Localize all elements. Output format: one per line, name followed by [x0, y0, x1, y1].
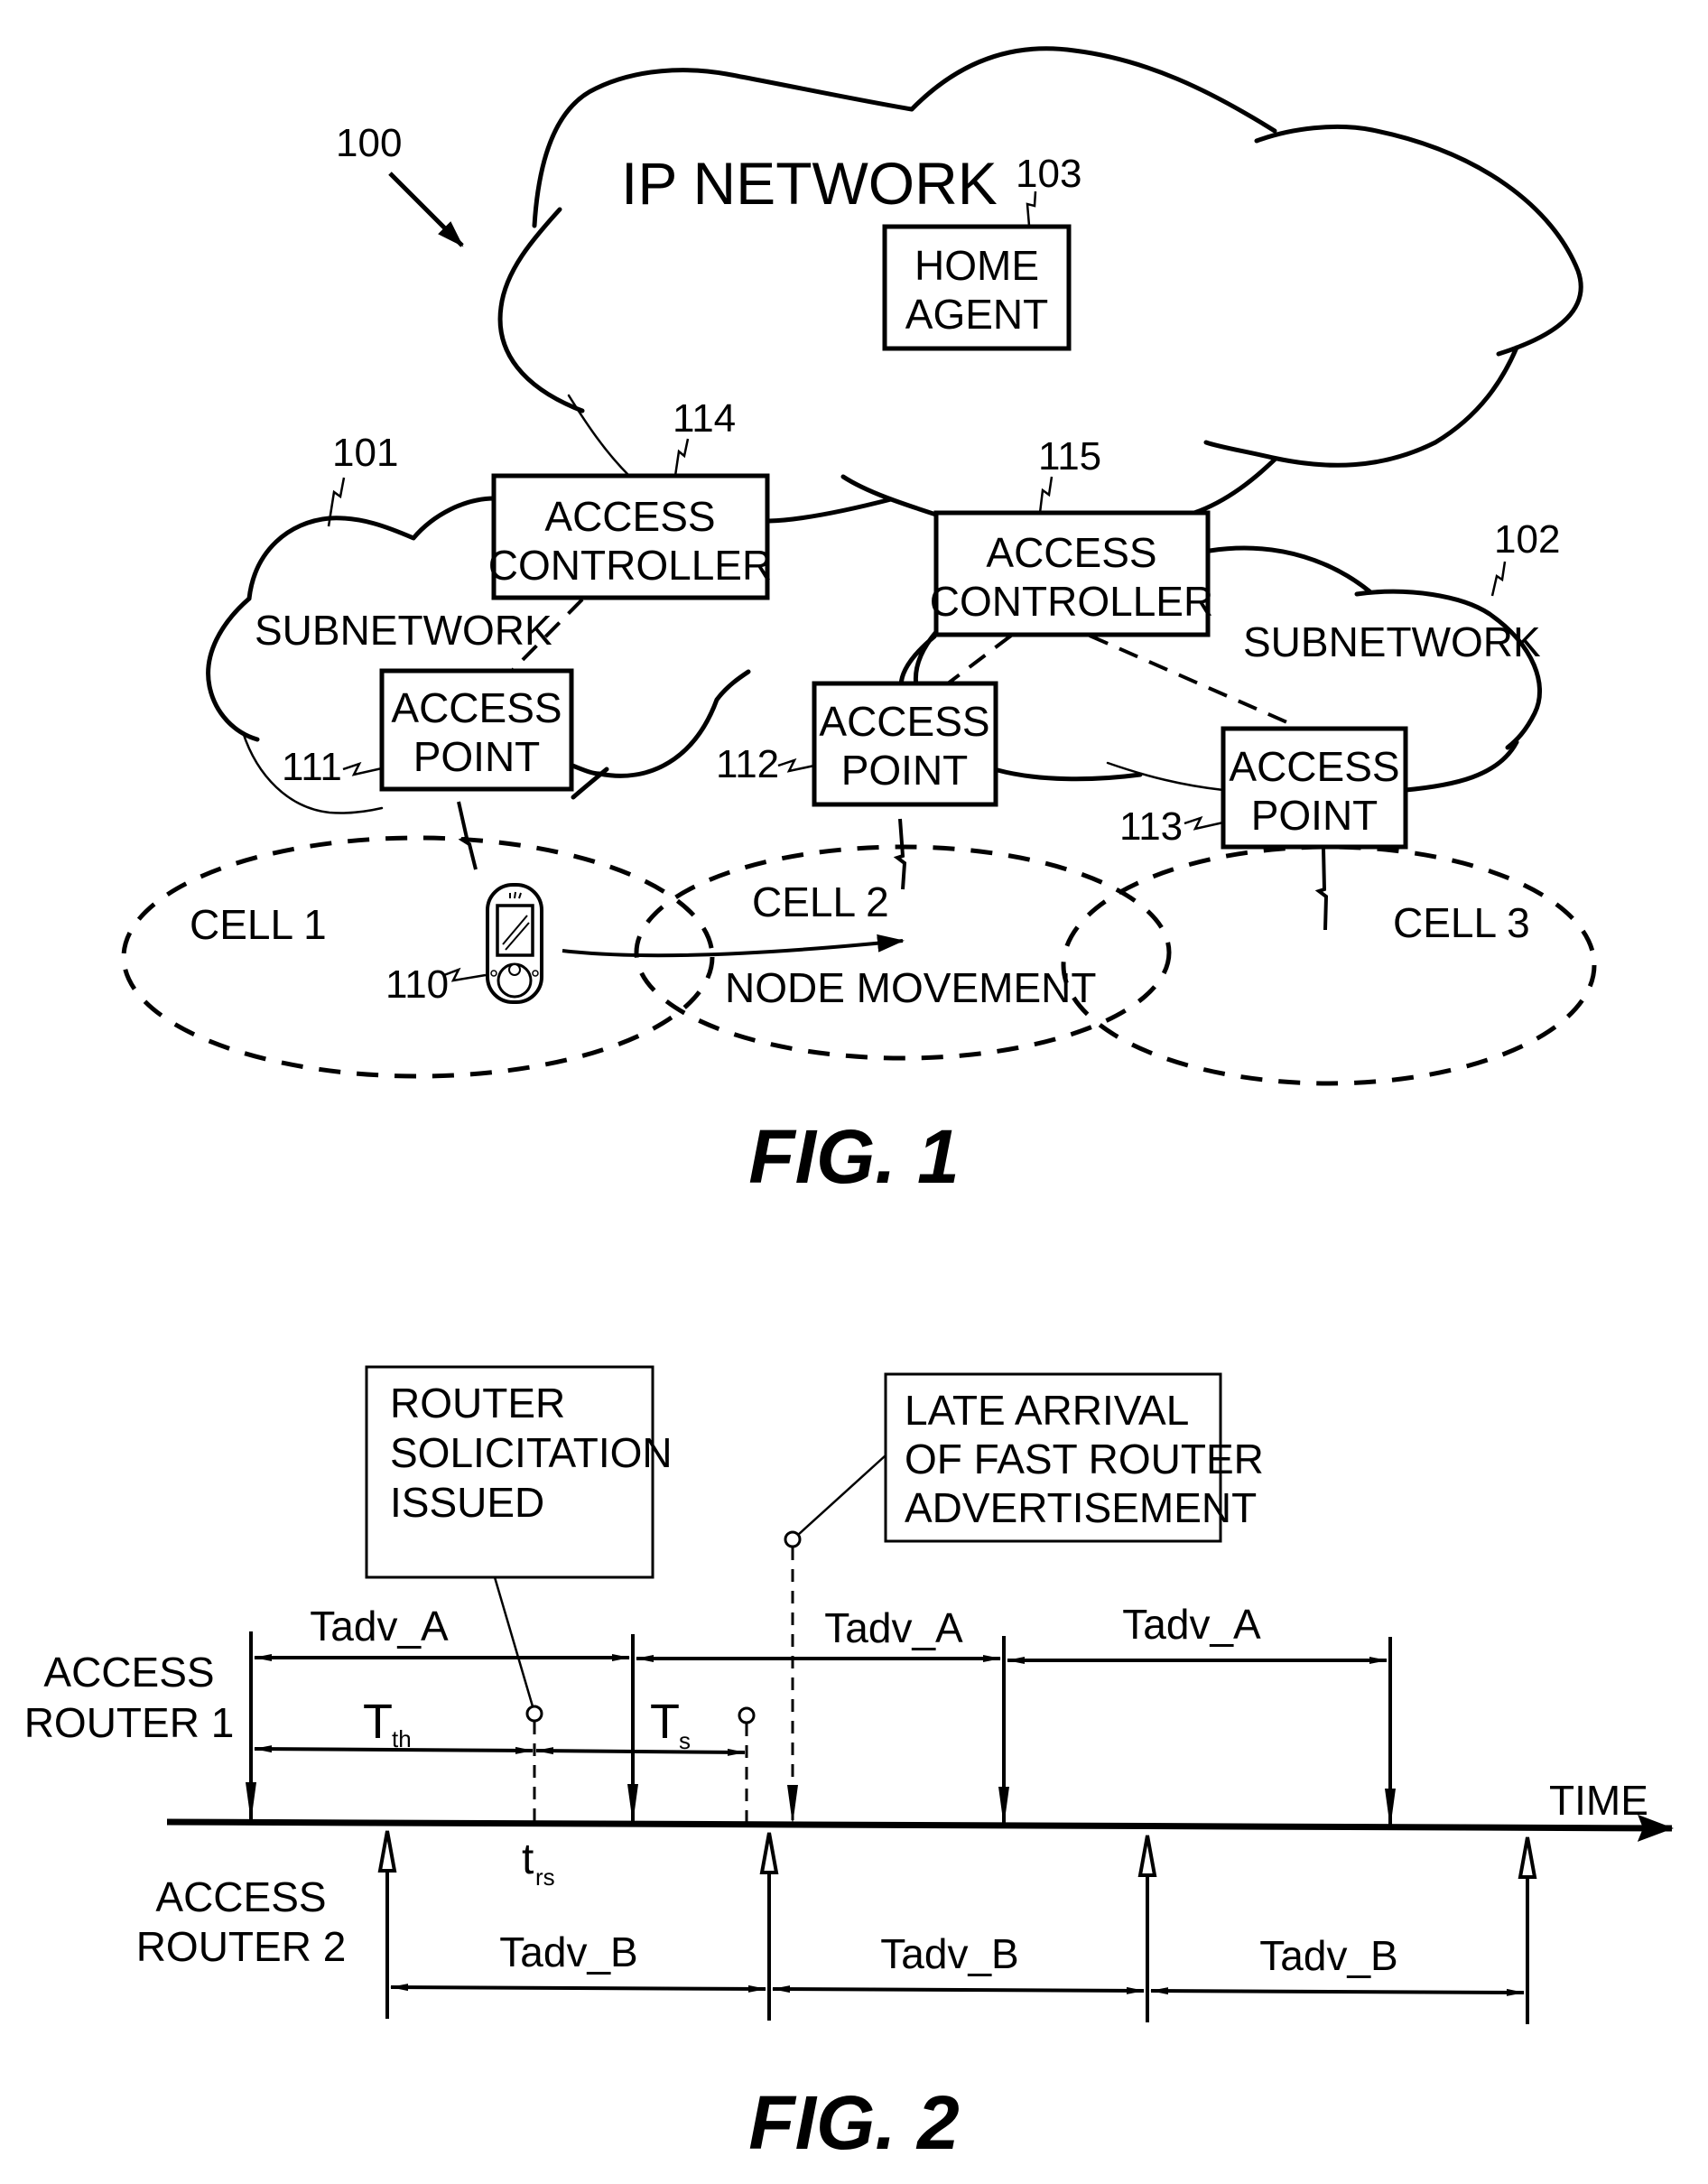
- callout-late-line1: LATE ARRIVAL: [905, 1387, 1189, 1434]
- router-1-interval-label: Tadv_A: [310, 1603, 449, 1650]
- router-2-interval-arrow: [390, 1984, 766, 1993]
- access-point-3-line1: ACCESS: [1229, 743, 1399, 790]
- figure-1: 100 IP NETWORK 103 HOME AGENT 101 SUBNET…: [121, 46, 1597, 1199]
- router-2-adv-arrow: [1518, 1836, 1537, 2024]
- wireless-link-ap111: [457, 801, 478, 870]
- router-2-label-line2: ROUTER 2: [136, 1923, 347, 1970]
- access-controller-2-ref: 115: [1038, 434, 1101, 479]
- solicitation-interval-label: T: [650, 1695, 680, 1749]
- home-agent-box: HOME AGENT: [882, 224, 1072, 351]
- router-2-interval-arrow: [772, 1985, 1145, 1994]
- node-movement-label: NODE MOVEMENT: [725, 964, 1096, 1011]
- router-2-interval-label: Tadv_B: [499, 1928, 637, 1975]
- callout-late-line3: ADVERTISEMENT: [905, 1484, 1257, 1531]
- access-point-1-line1: ACCESS: [391, 684, 562, 731]
- subnetwork-2-leader: [1490, 561, 1507, 597]
- ip-network-label: IP NETWORK: [621, 150, 998, 217]
- figure-2-caption: FIG. 2: [748, 2080, 959, 2165]
- callout-late-line2: OF FAST ROUTER: [905, 1436, 1264, 1482]
- home-agent-ref: 103: [1016, 152, 1081, 196]
- access-point-1-ref: 111: [282, 745, 342, 789]
- patent-drawing: 100 IP NETWORK 103 HOME AGENT 101 SUBNET…: [24, 46, 1674, 2165]
- system-ref-label: 100: [336, 121, 402, 165]
- solicitation-event-marker: [525, 1705, 543, 1723]
- access-controller-2-line2: CONTROLLER: [930, 578, 1213, 625]
- solicitation-interval-arrow: [535, 1747, 746, 1756]
- link-ac115-ap112: [946, 634, 1013, 685]
- cell-2-label: CELL 2: [752, 878, 889, 925]
- cell-3-boundary: [1061, 844, 1597, 1086]
- access-controller-1-line2: CONTROLLER: [488, 542, 772, 589]
- home-agent-line1: HOME: [914, 242, 1039, 289]
- node-movement-arrow: [562, 934, 905, 958]
- solicitation-time-subscript: rs: [535, 1863, 555, 1891]
- callout-router-solicitation: ROUTER SOLICITATION ISSUED: [365, 1365, 673, 1579]
- access-point-1-box: ACCESS POINT: [379, 668, 574, 792]
- figure-2: ROUTER SOLICITATION ISSUED LATE ARRIVAL …: [24, 1365, 1674, 2165]
- cell-1-boundary: [121, 835, 715, 1079]
- router-2-interval-label: Tadv_B: [880, 1930, 1018, 1977]
- time-axis-label: TIME: [1549, 1777, 1648, 1824]
- system-ref-arrow: [388, 172, 464, 247]
- access-controller-1-leader: [673, 438, 690, 477]
- home-agent-leader: [1026, 191, 1037, 227]
- callout-late-pointer: [797, 1454, 886, 1536]
- access-controller-1-box: ACCESS CONTROLLER: [488, 473, 772, 600]
- access-point-3-box: ACCESS POINT: [1221, 726, 1408, 850]
- access-point-3-line2: POINT: [1251, 792, 1378, 839]
- router-2-adv-arrow: [759, 1832, 779, 2021]
- mobile-phone-icon: [486, 883, 543, 1004]
- access-point-3-leader: [1184, 815, 1224, 831]
- cell-3-label: CELL 3: [1393, 899, 1530, 946]
- callout-solicitation-line3: ISSUED: [390, 1479, 544, 1526]
- subnetwork-2-label: SUBNETWORK: [1243, 618, 1541, 665]
- router-1-interval-label: Tadv_A: [824, 1604, 963, 1651]
- solicitation-interval-subscript: s: [679, 1727, 691, 1754]
- access-controller-2-leader: [1038, 476, 1054, 514]
- access-point-2-line1: ACCESS: [819, 698, 989, 745]
- callout-solicitation-line2: SOLICITATION: [390, 1429, 673, 1476]
- access-point-2-ref: 112: [716, 742, 779, 786]
- late-arrival-marker: [784, 1530, 802, 1548]
- router-2-adv-arrow: [377, 1830, 397, 2019]
- subnetwork-1-label: SUBNETWORK: [255, 607, 552, 654]
- router-1-interval-label: Tadv_A: [1122, 1601, 1261, 1648]
- router-2-adv-arrow: [1137, 1835, 1157, 2022]
- threshold-interval-subscript: th: [392, 1725, 412, 1752]
- wireless-link-ap113: [1314, 848, 1329, 931]
- callout-late-arrival: LATE ARRIVAL OF FAST ROUTER ADVERTISEMEN…: [884, 1372, 1264, 1543]
- home-agent-line2: AGENT: [905, 291, 1048, 338]
- subnetwork-2-ref: 102: [1494, 517, 1560, 562]
- threshold-end-marker: [738, 1706, 756, 1724]
- access-controller-2-box: ACCESS CONTROLLER: [930, 510, 1213, 637]
- router-1-label-line2: ROUTER 1: [24, 1699, 235, 1746]
- threshold-interval-label: T: [363, 1695, 393, 1749]
- wireless-link-ap112: [893, 818, 907, 890]
- mobile-node-ref: 110: [385, 962, 449, 1007]
- access-controller-1-line1: ACCESS: [544, 493, 715, 540]
- solicitation-time-label: t: [522, 1835, 534, 1883]
- callout-solicitation-line1: ROUTER: [390, 1380, 565, 1427]
- router-2-interval-arrow: [1150, 1987, 1525, 1996]
- cell-1-label: CELL 1: [190, 901, 327, 948]
- router-2-interval-label: Tadv_B: [1259, 1932, 1397, 1979]
- access-point-2-leader: [777, 757, 815, 773]
- router-1-label-line1: ACCESS: [43, 1649, 214, 1696]
- router-2-label-line1: ACCESS: [155, 1873, 326, 1920]
- mobile-node-leader: [443, 967, 487, 982]
- access-point-2-line2: POINT: [841, 747, 969, 794]
- access-controller-1-ref: 114: [673, 396, 736, 441]
- access-controller-2-line1: ACCESS: [986, 529, 1156, 576]
- router-2-advertisements: [377, 1830, 1537, 2024]
- subnetwork-1-ref: 101: [332, 431, 398, 475]
- time-axis: [166, 1814, 1674, 1842]
- callout-solicitation-pointer: [493, 1576, 534, 1707]
- access-point-1-line2: POINT: [413, 733, 541, 780]
- access-point-1-leader: [342, 761, 383, 776]
- figure-1-caption: FIG. 1: [748, 1114, 959, 1199]
- access-point-3-ref: 113: [1119, 804, 1183, 849]
- access-point-2-box: ACCESS POINT: [812, 681, 998, 807]
